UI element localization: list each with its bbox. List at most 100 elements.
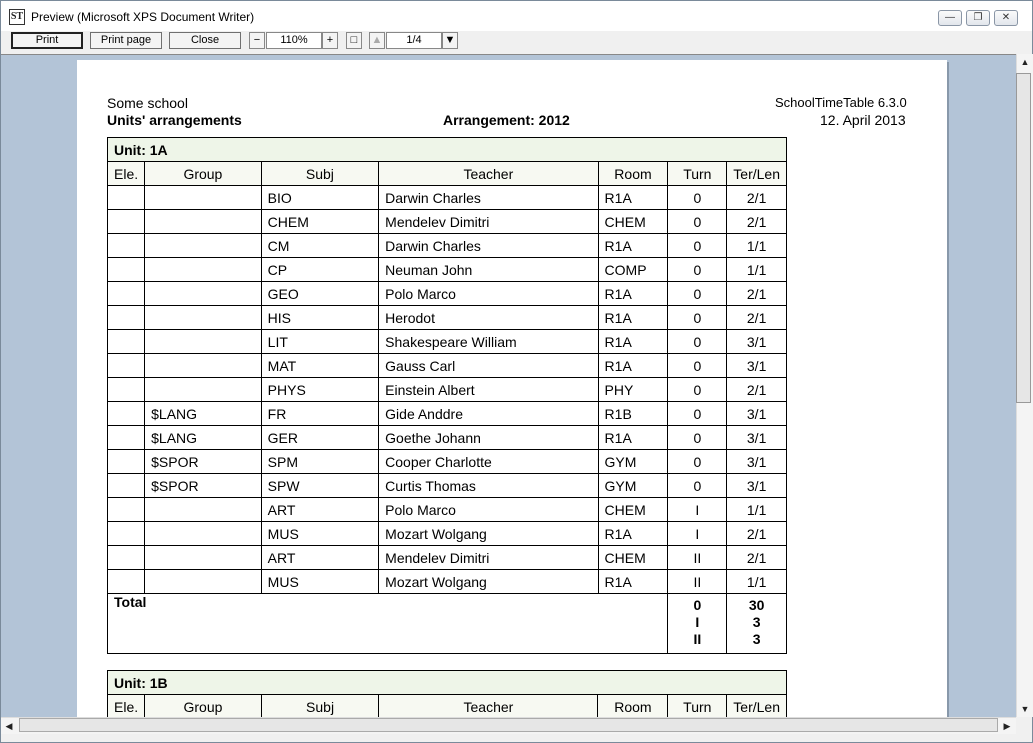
table-row: $LANG FR Gide Anddre R1B 0 3/1 bbox=[106, 401, 787, 426]
table-cell: I bbox=[667, 521, 728, 546]
table-cell: 2/1 bbox=[726, 209, 787, 234]
table-cell: MUS bbox=[260, 521, 380, 546]
table-cell: Darwin Charles bbox=[378, 185, 599, 210]
column-header: Ele. bbox=[106, 694, 146, 718]
table-cell: CP bbox=[260, 257, 380, 282]
table-cell bbox=[144, 329, 262, 354]
table-cell: R1A bbox=[597, 185, 669, 210]
table-cell: 1/1 bbox=[726, 497, 787, 522]
fit-page-button[interactable]: □ bbox=[346, 32, 362, 49]
zoom-field[interactable]: 110% bbox=[266, 32, 322, 49]
table-cell: 0 bbox=[667, 425, 728, 450]
table-cell bbox=[144, 281, 262, 306]
restore-icon: ❐ bbox=[973, 12, 983, 23]
minimize-button[interactable]: — bbox=[938, 10, 962, 26]
table-cell: 2/1 bbox=[726, 545, 787, 570]
table-cell: SPW bbox=[260, 473, 380, 498]
table-cell: GYM bbox=[597, 473, 669, 498]
table-cell: Neuman John bbox=[378, 257, 599, 282]
table-cell: R1A bbox=[597, 521, 669, 546]
table-row: MUS Mozart Wolgang R1A II 1/1 bbox=[106, 569, 787, 594]
total-values: 30 3 3 bbox=[726, 593, 787, 654]
table-cell bbox=[144, 521, 262, 546]
table-cell: PHYS bbox=[260, 377, 380, 402]
prev-page-button[interactable]: ▲ bbox=[369, 32, 385, 49]
table-cell: R1B bbox=[597, 401, 669, 426]
table-cell bbox=[144, 257, 262, 282]
scroll-right-icon[interactable]: ▶ bbox=[999, 718, 1015, 734]
scroll-down-icon[interactable]: ▼ bbox=[1017, 701, 1033, 717]
column-header: Ele. bbox=[106, 161, 146, 186]
table-cell bbox=[106, 545, 146, 570]
report-title: Units' arrangements bbox=[107, 112, 242, 128]
table-cell: Mendelev Dimitri bbox=[378, 545, 599, 570]
page-dropdown-button[interactable]: ▼ bbox=[442, 32, 458, 49]
title-bar[interactable]: ST Preview (Microsoft XPS Document Write… bbox=[1, 1, 1032, 31]
table-row: $LANG GER Goethe Johann R1A 0 3/1 bbox=[106, 425, 787, 450]
table-cell: 0 bbox=[667, 473, 728, 498]
zoom-in-button[interactable]: + bbox=[322, 32, 338, 49]
table-cell: PHY bbox=[597, 377, 669, 402]
table-cell: $SPOR bbox=[144, 473, 262, 498]
print-page-button[interactable]: Print page bbox=[90, 32, 162, 49]
report-date: 12. April 2013 bbox=[820, 112, 906, 128]
table-cell bbox=[144, 209, 262, 234]
column-header: Turn bbox=[667, 161, 728, 186]
scroll-up-icon[interactable]: ▲ bbox=[1017, 54, 1033, 70]
table-cell: Polo Marco bbox=[378, 497, 599, 522]
table-row: CHEM Mendelev Dimitri CHEM 0 2/1 bbox=[106, 209, 787, 234]
table-cell bbox=[106, 377, 146, 402]
table-cell: R1A bbox=[597, 425, 669, 450]
preview-area[interactable]: Some school Units' arrangements Arrangem… bbox=[1, 54, 1016, 718]
table-row: $SPOR SPW Curtis Thomas GYM 0 3/1 bbox=[106, 473, 787, 498]
table-cell: 0 bbox=[667, 377, 728, 402]
column-header: Teacher bbox=[378, 161, 599, 186]
table-cell: Einstein Albert bbox=[378, 377, 599, 402]
horizontal-scroll-thumb[interactable] bbox=[19, 718, 998, 732]
table-cell: 0 bbox=[667, 257, 728, 282]
table-cell: Polo Marco bbox=[378, 281, 599, 306]
table-cell: LIT bbox=[260, 329, 380, 354]
table-cell: $SPOR bbox=[144, 449, 262, 474]
unit-table: Unit: 1A Ele. Group Subj Teacher Room Tu… bbox=[106, 137, 787, 654]
table-cell bbox=[106, 281, 146, 306]
table-row: LIT Shakespeare William R1A 0 3/1 bbox=[106, 329, 787, 354]
column-header: Turn bbox=[667, 694, 728, 718]
unit-title: Unit: 1A bbox=[107, 137, 787, 162]
table-cell: SPM bbox=[260, 449, 380, 474]
table-cell bbox=[144, 185, 262, 210]
table-cell: 0 bbox=[667, 449, 728, 474]
close-window-button[interactable]: ✕ bbox=[994, 10, 1018, 26]
scroll-left-icon[interactable]: ◀ bbox=[1, 718, 17, 734]
restore-button[interactable]: ❐ bbox=[966, 10, 990, 26]
print-button[interactable]: Print bbox=[11, 32, 83, 49]
close-button[interactable]: Close bbox=[169, 32, 241, 49]
table-cell: 2/1 bbox=[726, 281, 787, 306]
table-cell bbox=[106, 233, 146, 258]
vertical-scroll-thumb[interactable] bbox=[1016, 73, 1031, 403]
table-cell: HIS bbox=[260, 305, 380, 330]
table-cell: ART bbox=[260, 545, 380, 570]
zoom-out-button[interactable]: − bbox=[249, 32, 265, 49]
table-cell: 0 bbox=[667, 233, 728, 258]
table-cell: Goethe Johann bbox=[378, 425, 599, 450]
table-row: $SPOR SPM Cooper Charlotte GYM 0 3/1 bbox=[106, 449, 787, 474]
table-cell: 0 bbox=[667, 353, 728, 378]
table-cell: 2/1 bbox=[726, 521, 787, 546]
table-cell: I bbox=[667, 497, 728, 522]
table-cell bbox=[106, 209, 146, 234]
table-cell: 3/1 bbox=[726, 401, 787, 426]
column-header: Ter/Len bbox=[726, 161, 787, 186]
page-field[interactable]: 1/4 bbox=[386, 32, 442, 49]
table-cell: II bbox=[667, 545, 728, 570]
preview-window: ST Preview (Microsoft XPS Document Write… bbox=[0, 0, 1033, 743]
table-cell: R1A bbox=[597, 281, 669, 306]
table-row: MUS Mozart Wolgang R1A I 2/1 bbox=[106, 521, 787, 546]
table-cell: CHEM bbox=[260, 209, 380, 234]
table-cell: R1A bbox=[597, 569, 669, 594]
unit-table: Unit: 1B Ele. Group Subj Teacher Room Tu… bbox=[106, 670, 787, 718]
table-cell: R1A bbox=[597, 329, 669, 354]
table-cell bbox=[106, 353, 146, 378]
table-cell: 3/1 bbox=[726, 449, 787, 474]
table-row: HIS Herodot R1A 0 2/1 bbox=[106, 305, 787, 330]
